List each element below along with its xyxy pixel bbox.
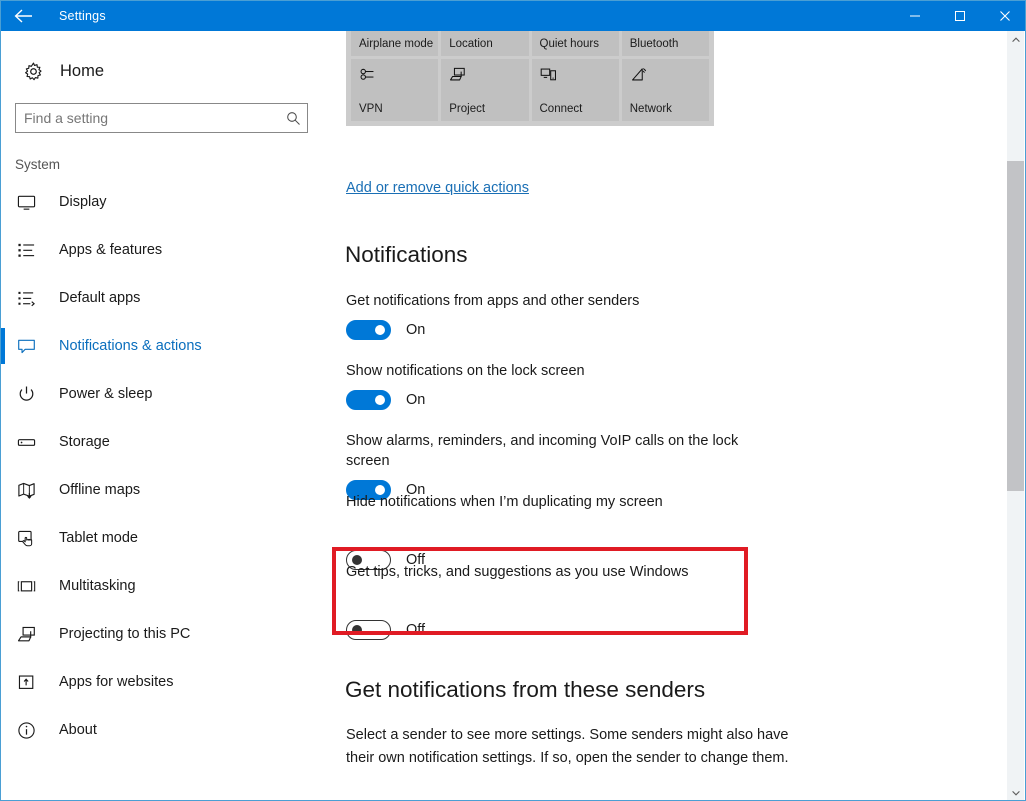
sidebar-item-storage[interactable]: Storage	[1, 418, 321, 466]
monitor-icon	[17, 193, 47, 212]
setting-row-lock-screen-notifications: On	[346, 389, 425, 411]
notifications-heading: Notifications	[345, 242, 468, 267]
toggle-state-label: On	[406, 392, 426, 408]
sidebar-item-apps-for-websites[interactable]: Apps for websites	[1, 658, 321, 706]
vpn-icon	[359, 66, 376, 88]
scrollbar-thumb[interactable]	[1007, 161, 1024, 491]
quick-action-label: Location	[449, 38, 493, 50]
chevron-up-icon[interactable]	[1007, 31, 1024, 48]
sidebar-item-label: Apps for websites	[59, 674, 174, 690]
connect-icon	[540, 66, 557, 88]
drive-icon	[17, 433, 47, 452]
sidebar-item-notifications-actions[interactable]: Notifications & actions	[1, 322, 321, 370]
setting-row-get-notifications: On	[346, 319, 425, 341]
title-bar: Settings	[1, 1, 1025, 31]
sidebar-item-label: Storage	[59, 434, 110, 450]
quick-action-tile[interactable]: Connect	[531, 59, 619, 121]
senders-description: Select a sender to see more settings. So…	[346, 727, 789, 766]
main-scrollbar[interactable]	[1007, 31, 1024, 800]
sidebar-item-label: Multitasking	[59, 578, 136, 594]
quick-action-tile[interactable]: Airplane mode	[351, 31, 439, 56]
quick-action-tile[interactable]: Project	[441, 59, 529, 121]
sidebar-item-projecting-to-this-pc[interactable]: Projecting to this PC	[1, 610, 321, 658]
maximize-button[interactable]	[937, 1, 982, 31]
quick-action-label: Project	[449, 103, 486, 115]
chevron-down-icon[interactable]	[1007, 784, 1024, 800]
sidebar-item-power-sleep[interactable]: Power & sleep	[1, 370, 321, 418]
sidebar-item-label: Display	[59, 194, 107, 210]
project-icon	[449, 66, 466, 88]
list-arrow-icon	[17, 289, 47, 308]
quick-action-label: Connect	[539, 103, 583, 115]
search-box[interactable]	[15, 103, 308, 133]
setting-label-get-notifications: Get notifications from apps and other se…	[346, 293, 640, 309]
toggle-get-notifications[interactable]	[346, 320, 391, 340]
quick-action-label: Network	[629, 103, 672, 115]
quick-action-label: Airplane mode	[359, 38, 434, 50]
window-title: Settings	[59, 9, 106, 23]
toggle-tips-tricks[interactable]	[346, 620, 391, 640]
sidebar-item-multitasking[interactable]: Multitasking	[1, 562, 321, 610]
main-content: Airplane mode Location Quiet hours Bluet…	[321, 31, 1001, 800]
setting-label-alarms-voip: Show alarms, reminders, and incoming VoI…	[346, 433, 739, 469]
sidebar-item-label: Offline maps	[59, 482, 141, 498]
sidebar-item-default-apps[interactable]: Default apps	[1, 274, 321, 322]
sidebar-item-label: About	[59, 722, 97, 738]
sidebar: Home System Display	[1, 31, 321, 800]
settings-window: Settings Home Find a setting System Disp…	[0, 0, 1026, 801]
sidebar-home-label: Home	[60, 61, 105, 80]
gear-icon	[17, 61, 49, 82]
sidebar-item-label: Power & sleep	[59, 386, 153, 402]
sidebar-item-label: Tablet mode	[59, 530, 138, 546]
quick-action-label: Bluetooth	[629, 38, 679, 50]
add-remove-quick-actions-link[interactable]: Add or remove quick actions	[346, 180, 529, 196]
multitask-icon	[17, 577, 47, 596]
quick-action-tile[interactable]: Quiet hours	[531, 31, 619, 56]
toggle-knob	[375, 395, 385, 405]
map-download-icon	[17, 481, 47, 500]
sidebar-item-apps-features[interactable]: Apps & features	[1, 226, 321, 274]
minimize-button[interactable]	[892, 1, 937, 31]
toggle-knob	[375, 325, 385, 335]
sidebar-section-label: System	[15, 157, 61, 172]
toggle-state-label: Off	[406, 622, 426, 638]
sidebar-item-tablet-mode[interactable]: Tablet mode	[1, 514, 321, 562]
toggle-state-label: On	[406, 322, 426, 338]
window-controls	[892, 1, 1025, 31]
back-button[interactable]	[1, 1, 47, 31]
project-icon	[17, 625, 47, 644]
speech-bubble-icon	[17, 337, 47, 356]
sidebar-item-label: Default apps	[59, 290, 141, 306]
quick-action-label: Quiet hours	[539, 38, 599, 50]
sidebar-item-label: Notifications & actions	[59, 338, 202, 354]
sidebar-item-home[interactable]: Home	[1, 51, 321, 91]
tablet-touch-icon	[17, 529, 47, 548]
search-input[interactable]	[16, 104, 279, 132]
setting-row-tips-tricks: Off	[346, 619, 425, 641]
setting-label-tips-tricks: Get tips, tricks, and suggestions as you…	[346, 564, 689, 580]
quick-actions-grid: Airplane mode Location Quiet hours Bluet…	[346, 31, 714, 126]
app-link-icon	[17, 673, 47, 692]
network-wifi-icon	[630, 66, 647, 88]
sidebar-item-offline-maps[interactable]: Offline maps	[1, 466, 321, 514]
sidebar-item-label: Apps & features	[59, 242, 163, 258]
setting-label-lock-screen-notifications: Show notifications on the lock screen	[346, 363, 585, 379]
toggle-lock-screen-notifications[interactable]	[346, 390, 391, 410]
setting-label-hide-duplicating: Hide notifications when I’m duplicating …	[346, 494, 663, 510]
sidebar-item-display[interactable]: Display	[1, 178, 321, 226]
senders-heading: Get notifications from these senders	[345, 677, 706, 702]
sidebar-item-label: Projecting to this PC	[59, 626, 191, 642]
quick-action-tile[interactable]: VPN	[351, 59, 439, 121]
quick-action-tile[interactable]: Network	[621, 59, 709, 121]
list-icon	[17, 241, 47, 260]
quick-action-tile[interactable]: Location	[441, 31, 529, 56]
quick-action-label: VPN	[359, 103, 383, 115]
quick-action-tile[interactable]: Bluetooth	[621, 31, 709, 56]
sidebar-item-about[interactable]: About	[1, 706, 321, 754]
info-icon	[17, 721, 47, 740]
power-icon	[17, 385, 47, 404]
toggle-knob	[352, 625, 362, 635]
search-icon	[279, 111, 307, 126]
close-button[interactable]	[982, 1, 1025, 31]
